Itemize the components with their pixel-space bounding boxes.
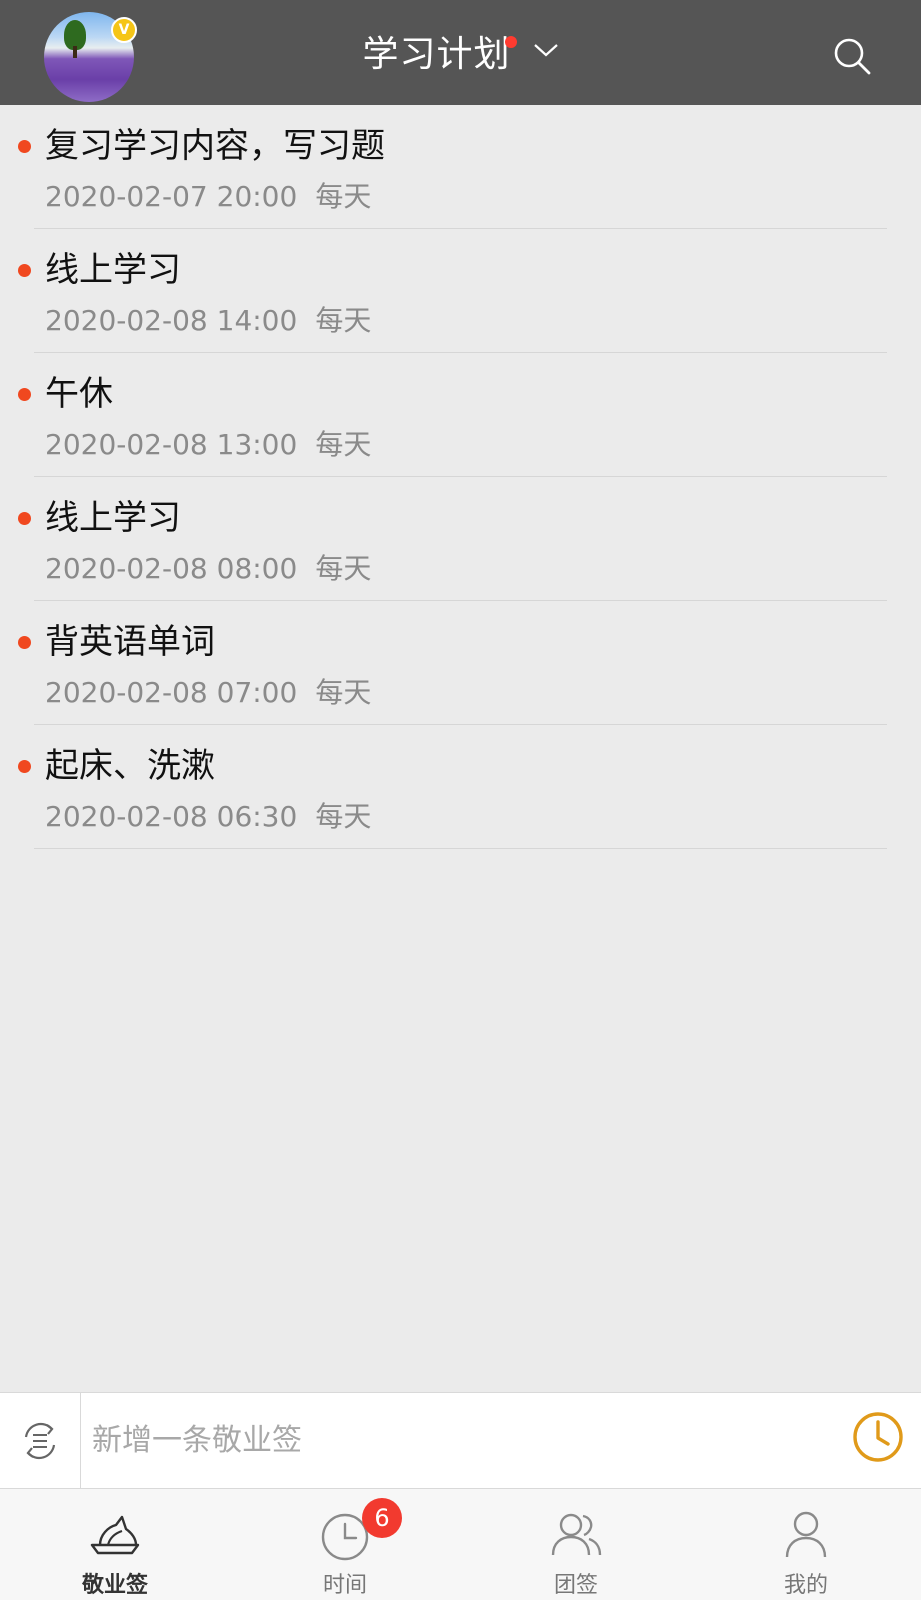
item-meta: 2020-02-07 20:00 每天: [45, 178, 371, 216]
item-datetime: 2020-02-08 08:00: [45, 552, 298, 585]
note-list: 复习学习内容，写习题 2020-02-07 20:00 每天 线上学习 2020-…: [0, 105, 921, 849]
tab-label: 团签: [553, 1573, 598, 1598]
tab-mine[interactable]: 我的: [691, 1489, 921, 1600]
item-repeat: 每天: [315, 552, 372, 585]
chevron-down-icon: [533, 44, 558, 57]
bullet-dot: [18, 388, 31, 401]
item-repeat: 每天: [315, 304, 372, 337]
person-icon: [785, 1511, 827, 1558]
item-meta: 2020-02-08 06:30 每天: [45, 798, 371, 836]
item-datetime: 2020-02-08 06:30: [45, 800, 298, 833]
bullet-dot: [18, 512, 31, 525]
item-title: 线上学习: [45, 498, 181, 538]
bullet-dot: [18, 636, 31, 649]
page-title-text: 学习计划: [362, 34, 511, 75]
list-item[interactable]: 线上学习 2020-02-08 08:00 每天: [0, 477, 921, 601]
item-repeat: 每天: [315, 180, 372, 213]
app-root: V 学习计划 复习学习内容，写习题 2020-02-07 20:00 每天 线上学…: [0, 0, 921, 1600]
item-meta: 2020-02-08 08:00 每天: [45, 550, 371, 588]
sort-button[interactable]: [0, 1393, 81, 1488]
item-meta: 2020-02-08 13:00 每天: [45, 426, 371, 464]
list-item[interactable]: 午休 2020-02-08 13:00 每天: [0, 353, 921, 477]
header-bar: V 学习计划: [0, 0, 921, 105]
item-datetime: 2020-02-08 07:00: [45, 676, 298, 709]
item-datetime: 2020-02-07 20:00: [45, 180, 298, 213]
tab-time[interactable]: 时间: [230, 1489, 460, 1600]
tab-label: 我的: [783, 1573, 828, 1598]
sort-cycle-icon: [24, 1422, 56, 1459]
alarm-clock-icon[interactable]: [851, 1410, 905, 1464]
search-icon[interactable]: [832, 36, 872, 76]
item-repeat: 每天: [315, 428, 372, 461]
item-title: 背英语单词: [45, 622, 215, 662]
tab-group[interactable]: 团签: [461, 1489, 691, 1600]
bullet-dot: [18, 264, 31, 277]
item-repeat: 每天: [315, 676, 372, 709]
boat-icon: [90, 1515, 140, 1555]
notification-dot: [504, 36, 517, 48]
title-dropdown[interactable]: 学习计划: [0, 30, 921, 80]
time-count-badge: 6: [362, 1498, 402, 1538]
new-note-bar: [0, 1392, 921, 1489]
divider: [34, 848, 887, 849]
new-note-input[interactable]: [92, 1415, 812, 1465]
item-repeat: 每天: [315, 800, 372, 833]
item-meta: 2020-02-08 14:00 每天: [45, 302, 371, 340]
item-datetime: 2020-02-08 14:00: [45, 304, 298, 337]
list-item[interactable]: 复习学习内容，写习题 2020-02-07 20:00 每天: [0, 105, 921, 229]
list-item[interactable]: 线上学习 2020-02-08 14:00 每天: [0, 229, 921, 353]
page-title: 学习计划: [362, 30, 517, 80]
item-title: 复习学习内容，写习题: [45, 126, 385, 166]
item-meta: 2020-02-08 07:00 每天: [45, 674, 371, 712]
list-item[interactable]: 起床、洗漱 2020-02-08 06:30 每天: [0, 725, 921, 849]
bullet-dot: [18, 140, 31, 153]
bottom-tab-bar: 敬业签 时间 团签 我的: [0, 1489, 921, 1600]
tab-jingyeqian[interactable]: 敬业签: [0, 1489, 230, 1600]
tab-label: 敬业签: [81, 1573, 148, 1598]
item-title: 起床、洗漱: [45, 746, 215, 786]
list-item[interactable]: 背英语单词 2020-02-08 07:00 每天: [0, 601, 921, 725]
group-icon: [551, 1513, 602, 1556]
item-title: 线上学习: [45, 250, 181, 290]
item-datetime: 2020-02-08 13:00: [45, 428, 298, 461]
item-title: 午休: [45, 374, 113, 414]
tab-label: 时间: [322, 1573, 367, 1598]
bullet-dot: [18, 760, 31, 773]
